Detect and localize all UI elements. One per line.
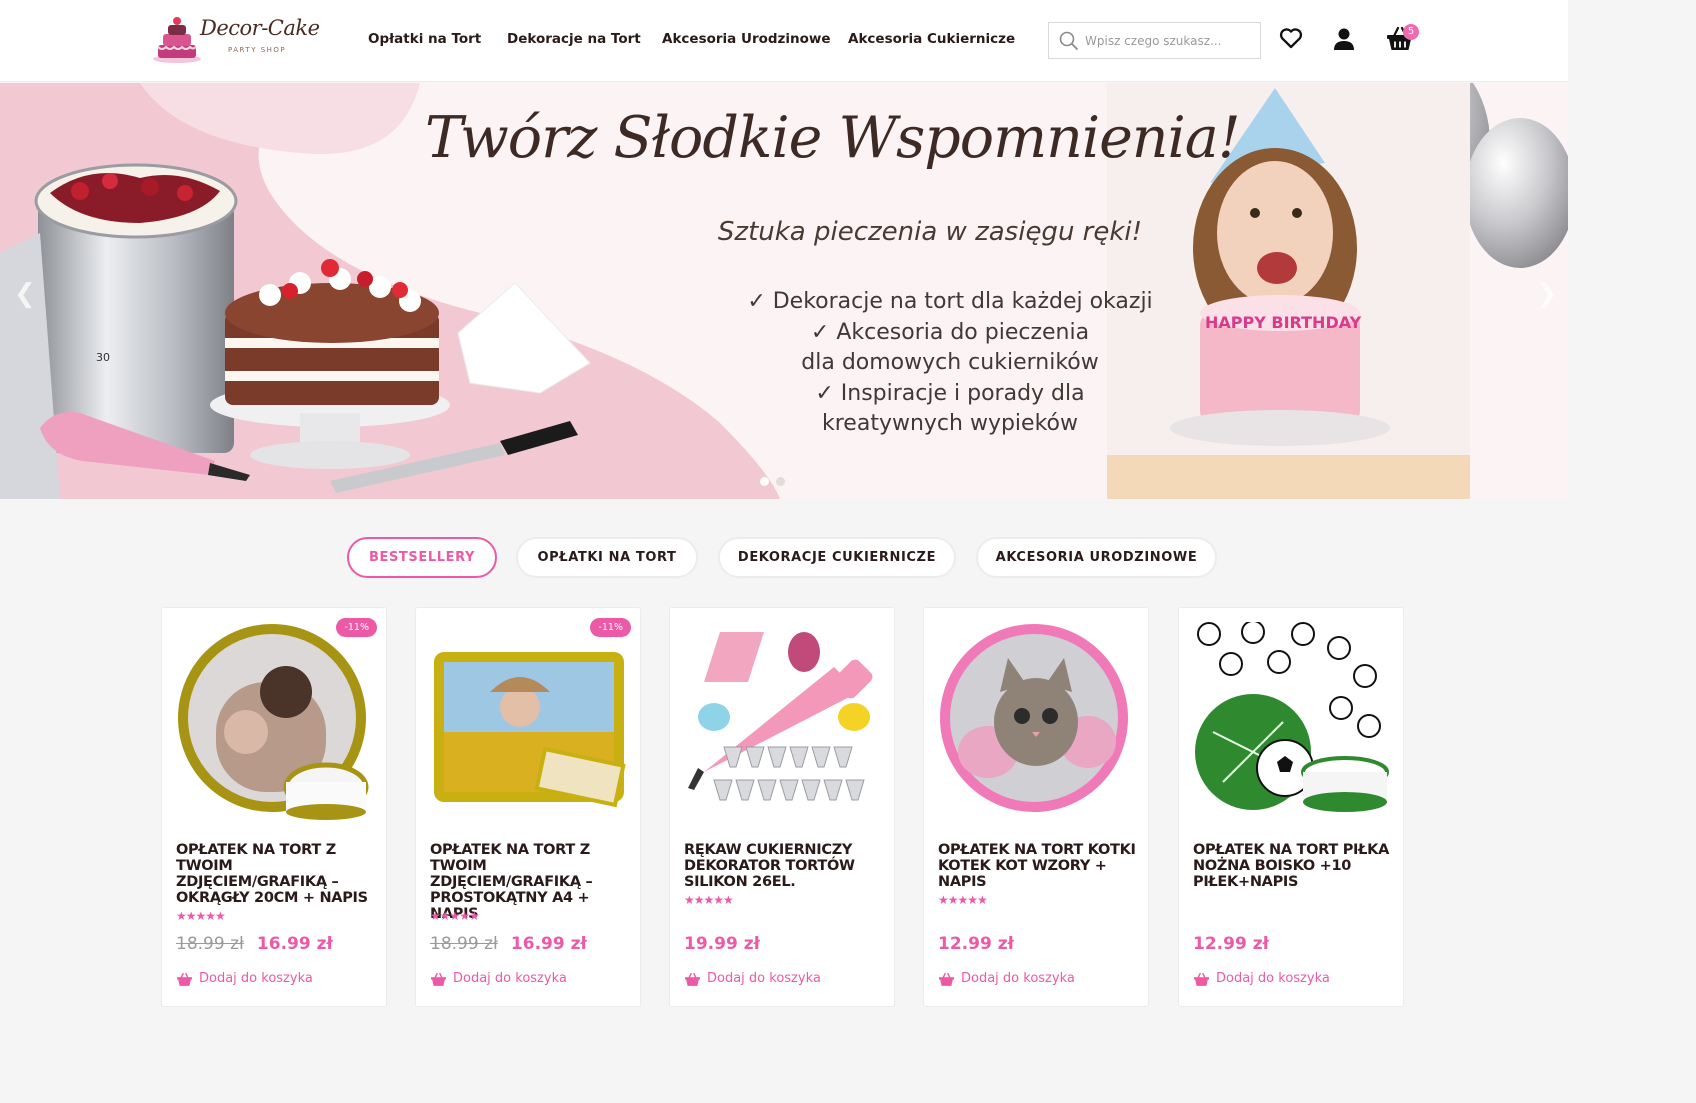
old-price: 18.99 zł xyxy=(430,934,498,954)
hero-point: dla domowych cukierników xyxy=(801,350,1099,375)
product-image[interactable] xyxy=(938,622,1136,826)
product-image[interactable] xyxy=(684,622,882,826)
product-image[interactable] xyxy=(430,622,628,826)
search-icon[interactable] xyxy=(1059,31,1079,51)
site-header: Decor-Cake PARTY SHOP Opłatki na Tort De… xyxy=(0,0,1568,82)
price: 12.99 zł xyxy=(938,934,1014,954)
hero-point: ✓ Inspiracje i porady dla xyxy=(815,380,1085,406)
add-to-cart-label: Dodaj do koszyka xyxy=(961,971,1075,986)
nav-akcesoria-urodzinowe[interactable]: Akcesoria Urodzinowe xyxy=(662,31,831,47)
ruler-mark: 30 xyxy=(96,351,110,364)
rating-stars: ★★★★★ xyxy=(176,909,226,923)
hero-subtitle: Sztuka pieczenia w zasięgu ręki! xyxy=(717,217,1143,247)
slider-next-icon[interactable]: ❯ xyxy=(1536,279,1558,309)
nav-akcesoria-cukiernicze[interactable]: Akcesoria Cukiernicze xyxy=(848,31,1015,47)
price: 16.99 zł xyxy=(256,934,333,954)
nav-dekoracje[interactable]: Dekoracje na Tort xyxy=(507,31,641,47)
hero-points: ✓ Dekoracje na tort dla każdej okazji ✓ … xyxy=(700,287,1200,440)
price-row: 18.99 zł 16.99 zł xyxy=(430,934,587,954)
hero-point: ✓ Akcesoria do pieczenia xyxy=(810,319,1090,345)
user-icon[interactable] xyxy=(1333,27,1355,51)
price-row: 19.99 zł xyxy=(684,934,760,954)
price-row: 12.99 zł xyxy=(1193,934,1269,954)
cake-logo-icon xyxy=(153,17,201,63)
product-title[interactable]: OPŁATEK NA TORT KOTKI KOTEK KOT WZORY + … xyxy=(938,842,1138,890)
heart-icon[interactable] xyxy=(1279,27,1303,49)
product-title[interactable]: RĘKAW CUKIERNICZY DEKORATOR TORTÓW SILIK… xyxy=(684,842,884,890)
logo[interactable]: Decor-Cake PARTY SHOP xyxy=(150,10,322,68)
brand-tagline: PARTY SHOP xyxy=(228,46,287,54)
product-card[interactable]: RĘKAW CUKIERNICZY DEKORATOR TORTÓW SILIK… xyxy=(669,607,895,1007)
hero-title: Twórz Słodkie Wspomnienia! xyxy=(425,105,1241,171)
add-to-cart-label: Dodaj do koszyka xyxy=(707,971,821,986)
product-title[interactable]: OPŁATEK NA TORT PIŁKA NOŻNA BOISKO +10 P… xyxy=(1193,842,1393,890)
old-price: 18.99 zł xyxy=(176,934,244,954)
price-row: 18.99 zł 16.99 zł xyxy=(176,934,333,954)
hero-point: kreatywnych wypieków xyxy=(822,411,1078,436)
basket-icon xyxy=(685,972,700,986)
add-to-cart-label: Dodaj do koszyka xyxy=(199,971,313,986)
discount-badge: -11% xyxy=(336,618,377,637)
rating-stars: ★★★★★ xyxy=(684,893,734,907)
slider-dot-2[interactable] xyxy=(776,477,785,486)
product-card[interactable]: OPŁATEK NA TORT PIŁKA NOŻNA BOISKO +10 P… xyxy=(1178,607,1404,1007)
search-input[interactable] xyxy=(1085,30,1253,52)
basket-icon xyxy=(177,972,192,986)
price: 19.99 zł xyxy=(684,934,760,954)
slider-prev-icon[interactable]: ❮ xyxy=(14,279,36,309)
basket-icon xyxy=(431,972,446,986)
cart-count-badge: 5 xyxy=(1403,24,1419,40)
hero-banner[interactable]: 30 HAPPY BIRTHDAY Twórz Słodkie Wspomnie… xyxy=(0,83,1568,499)
product-card[interactable]: OPŁATEK NA TORT KOTKI KOTEK KOT WZORY + … xyxy=(923,607,1149,1007)
product-card[interactable]: -11% OPŁATEK NA TORT Z TWOIM ZDJĘCIEM/GR… xyxy=(415,607,641,1007)
add-to-cart-label: Dodaj do koszyka xyxy=(453,971,567,986)
tab-akcesoria-urodzinowe[interactable]: AKCESORIA URODZINOWE xyxy=(976,537,1217,578)
price: 16.99 zł xyxy=(510,934,587,954)
price-row: 12.99 zł xyxy=(938,934,1014,954)
nav-oplatki[interactable]: Opłatki na Tort xyxy=(368,31,481,47)
tab-dekoracje-cukiernicze[interactable]: DEKORACJE CUKIERNICZE xyxy=(718,537,956,578)
product-image[interactable] xyxy=(1193,622,1391,826)
product-image[interactable] xyxy=(176,622,374,826)
slider-dot-1[interactable] xyxy=(760,477,769,486)
add-to-cart-label: Dodaj do koszyka xyxy=(1216,971,1330,986)
candle-text: HAPPY BIRTHDAY xyxy=(1205,313,1362,332)
brand-name: Decor-Cake xyxy=(200,16,320,40)
rating-stars: ★★★★★ xyxy=(430,909,480,923)
basket-icon xyxy=(939,972,954,986)
product-card[interactable]: -11% OPŁATEK NA TORT Z TWOIM ZDJĘCIEM/GR… xyxy=(161,607,387,1007)
hero-point: ✓ Dekoracje na tort dla każdej okazji xyxy=(747,289,1153,314)
rating-stars: ★★★★★ xyxy=(938,893,988,907)
basket-icon xyxy=(1194,972,1209,986)
price: 12.99 zł xyxy=(1193,934,1269,954)
tab-oplatki-na-tort[interactable]: OPŁATKI NA TORT xyxy=(516,537,698,578)
product-title[interactable]: OPŁATEK NA TORT Z TWOIM ZDJĘCIEM/GRAFIKĄ… xyxy=(176,842,376,906)
search-box xyxy=(1048,22,1261,59)
discount-badge: -11% xyxy=(590,618,631,637)
tab-bestsellery[interactable]: BESTSELLERY xyxy=(347,537,497,578)
